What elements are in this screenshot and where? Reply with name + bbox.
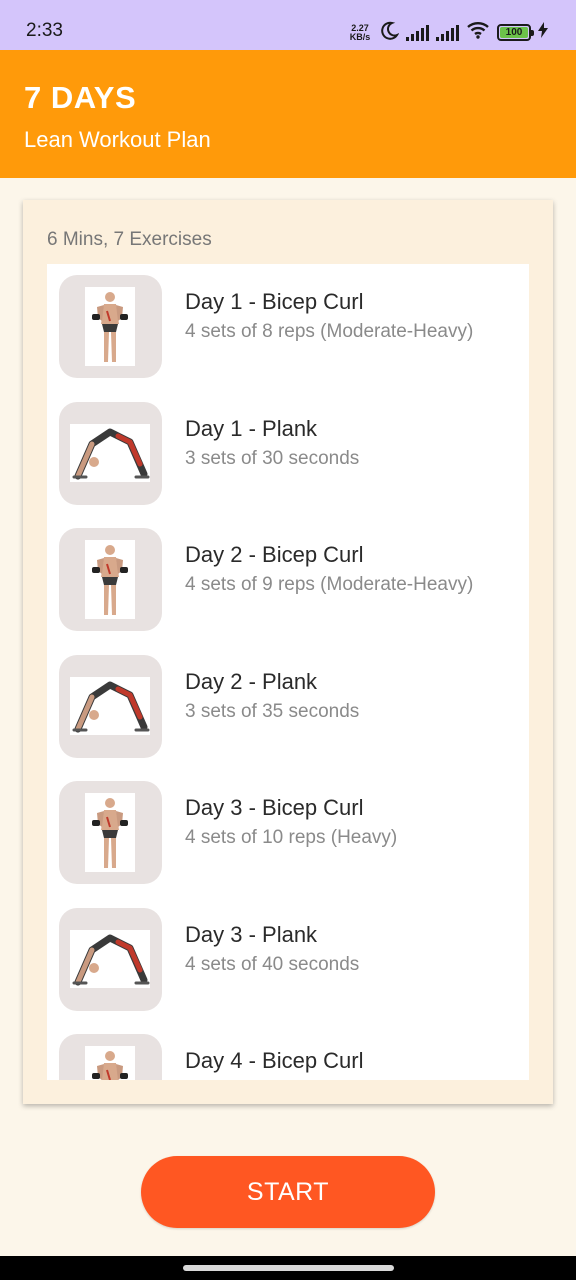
- navigation-bar: [0, 1256, 576, 1280]
- exercise-thumbnail: [59, 781, 162, 884]
- exercise-item[interactable]: Day 3 - Bicep Curl 4 sets of 10 reps (Hea…: [47, 770, 529, 884]
- exercise-title: Day 3 - Bicep Curl: [185, 795, 364, 820]
- exercise-title: Day 2 - Plank: [185, 668, 318, 694]
- moon-icon: [379, 20, 400, 45]
- signal-icon: [406, 24, 429, 41]
- exercise-item[interactable]: Day 1 - Bicep Curl 4 sets of 8 reps (Mode…: [47, 264, 529, 378]
- plan-subtitle: Lean Workout Plan: [24, 127, 211, 152]
- plank-illustration: [70, 676, 150, 735]
- bicep-curl-illustration: [85, 287, 135, 366]
- exercise-title: Day 1 - Plank: [185, 415, 318, 441]
- exercise-title: Day 3 - Plank: [185, 921, 318, 947]
- bicep-curl-illustration: [85, 540, 135, 619]
- exercise-list[interactable]: Day 1 - Bicep Curl 4 sets of 8 reps (Mode…: [47, 264, 529, 1080]
- exercise-title: Day 4 - Bicep Curl: [185, 1048, 364, 1073]
- battery-level: 100: [500, 27, 528, 38]
- exercise-item[interactable]: Day 2 - Bicep Curl 4 sets of 9 reps (Mode…: [47, 517, 529, 631]
- network-speed-unit: KB/s: [349, 31, 371, 42]
- bicep-curl-illustration: [85, 1046, 135, 1080]
- workout-card: 6 Mins, 7 Exercises Day 1 - Bicep Curl 4 …: [23, 200, 553, 1104]
- status-time: 2:33: [26, 20, 63, 41]
- charging-icon: [538, 22, 548, 43]
- signal-icon: [436, 24, 459, 41]
- app-header: 7 DAYS Lean Workout Plan: [0, 50, 576, 178]
- exercise-detail: 3 sets of 35 seconds: [185, 700, 360, 722]
- exercise-detail: 4 sets of 40 seconds: [185, 953, 360, 975]
- network-speed: 2.27 KB/s: [348, 23, 372, 42]
- home-gesture-handle[interactable]: [183, 1265, 394, 1271]
- exercise-item[interactable]: Day 2 - Plank 3 sets of 35 seconds: [47, 644, 529, 758]
- status-icons: 2.27 KB/s 100: [348, 20, 548, 45]
- exercise-thumbnail: [59, 907, 162, 1011]
- exercise-detail: 4 sets of 9 reps (Moderate-Heavy): [185, 574, 474, 595]
- exercise-thumbnail: [59, 654, 162, 758]
- exercise-item[interactable]: Day 3 - Plank 4 sets of 40 seconds: [47, 897, 529, 1011]
- exercise-title: Day 2 - Bicep Curl: [185, 542, 364, 567]
- status-bar: 2:33 2.27 KB/s 100: [0, 0, 576, 50]
- exercise-detail: 4 sets of 10 reps (Heavy): [185, 827, 398, 848]
- exercise-thumbnail: [59, 401, 162, 505]
- plank-illustration: [70, 929, 150, 988]
- exercise-title: Day 1 - Bicep Curl: [185, 289, 364, 314]
- plank-illustration: [70, 423, 150, 482]
- workout-summary: 6 Mins, 7 Exercises: [47, 229, 212, 250]
- exercise-thumbnail: [59, 1034, 162, 1080]
- wifi-icon: [466, 21, 490, 44]
- battery-icon: 100: [497, 24, 534, 41]
- start-button[interactable]: START: [141, 1156, 435, 1228]
- exercise-detail: 3 sets of 30 seconds: [185, 447, 360, 469]
- exercise-item[interactable]: Day 4 - Bicep Curl: [47, 1023, 529, 1080]
- plan-title: 7 DAYS: [24, 80, 137, 115]
- exercise-detail: 4 sets of 8 reps (Moderate-Heavy): [185, 321, 474, 342]
- bicep-curl-illustration: [85, 793, 135, 872]
- exercise-thumbnail: [59, 275, 162, 378]
- exercise-thumbnail: [59, 528, 162, 631]
- exercise-item[interactable]: Day 1 - Plank 3 sets of 30 seconds: [47, 391, 529, 505]
